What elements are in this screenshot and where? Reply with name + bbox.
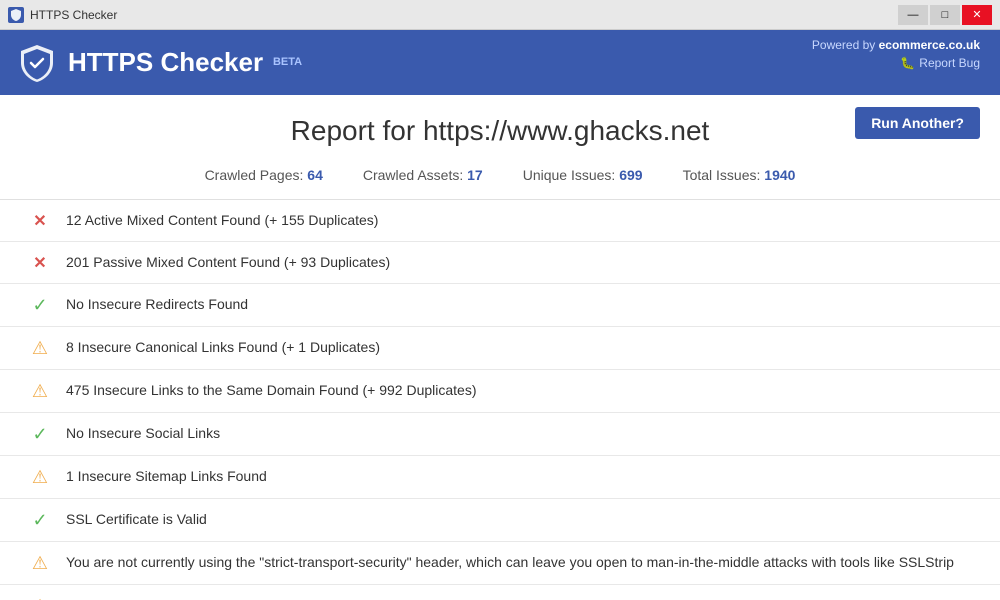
issue-icon-container: ✕: [30, 211, 50, 231]
report-title: Report for https://www.ghacks.net: [0, 95, 1000, 159]
warning-icon: ⚠: [32, 553, 48, 574]
report-bug-link[interactable]: 🐛 Report Bug: [812, 56, 980, 70]
issue-text: No Insecure Social Links: [66, 423, 220, 444]
issue-icon-container: ⚠: [30, 467, 50, 488]
issue-icon-container: ✓: [30, 424, 50, 445]
issue-text: No Insecure Redirects Found: [66, 294, 248, 315]
issue-text: You are not currently using the "strict-…: [66, 552, 954, 573]
issue-text: 12 Active Mixed Content Found (+ 155 Dup…: [66, 210, 378, 231]
header-title-container: HTTPS Checker BETA: [68, 47, 302, 78]
issue-row[interactable]: ⚠ 1 Insecure Sitemap Links Found: [0, 456, 1000, 499]
issue-icon-container: ⚠: [30, 596, 50, 600]
issue-row[interactable]: ✕ 12 Active Mixed Content Found (+ 155 D…: [0, 200, 1000, 242]
bug-icon: 🐛: [900, 56, 915, 70]
issue-icon-container: ⚠: [30, 553, 50, 574]
issue-row[interactable]: ✓ No Insecure Social Links: [0, 413, 1000, 456]
issue-icon-container: ✓: [30, 295, 50, 316]
title-bar: HTTPS Checker — □ ✕: [0, 0, 1000, 30]
warning-icon: ⚠: [32, 596, 48, 600]
close-button[interactable]: ✕: [962, 5, 992, 25]
powered-by-text: Powered by ecommerce.co.uk: [812, 38, 980, 52]
app-icon: [8, 7, 24, 23]
header-title: HTTPS Checker: [68, 47, 263, 77]
issue-row[interactable]: ✓ SSL Certificate is Valid: [0, 499, 1000, 542]
issue-row[interactable]: ⚠ 475 Insecure Links to the Same Domain …: [0, 370, 1000, 413]
success-icon: ✓: [32, 295, 47, 316]
stat-crawled-assets: Crawled Assets: 17: [363, 167, 483, 183]
error-icon: ✕: [33, 253, 46, 273]
maximize-button[interactable]: □: [930, 5, 960, 25]
issue-text: Though this site has HTTPS, the HTTP ver…: [66, 595, 646, 600]
issue-icon-container: ⚠: [30, 381, 50, 402]
success-icon: ✓: [32, 424, 47, 445]
issue-icon-container: ✕: [30, 253, 50, 273]
stats-row: Crawled Pages: 64 Crawled Assets: 17 Uni…: [0, 159, 1000, 200]
app-header: HTTPS Checker BETA Powered by ecommerce.…: [0, 30, 1000, 95]
header-beta-badge: BETA: [273, 56, 302, 68]
warning-icon: ⚠: [32, 467, 48, 488]
stat-crawled-pages: Crawled Pages: 64: [205, 167, 323, 183]
run-another-button[interactable]: Run Another?: [855, 107, 980, 139]
window-controls: — □ ✕: [898, 5, 992, 25]
main-content: Run Another? Report for https://www.ghac…: [0, 95, 1000, 600]
header-right: Powered by ecommerce.co.uk 🐛 Report Bug: [812, 38, 980, 70]
issue-row[interactable]: ⚠ 8 Insecure Canonical Links Found (+ 1 …: [0, 327, 1000, 370]
issue-text: 1 Insecure Sitemap Links Found: [66, 466, 267, 487]
header-logo: HTTPS Checker BETA: [16, 42, 302, 84]
shield-logo-icon: [16, 42, 58, 84]
issue-row[interactable]: ⚠ Though this site has HTTPS, the HTTP v…: [0, 585, 1000, 600]
stat-total-issues: Total Issues: 1940: [683, 167, 796, 183]
warning-icon: ⚠: [32, 381, 48, 402]
title-bar-text: HTTPS Checker: [30, 8, 898, 22]
issue-row[interactable]: ✕ 201 Passive Mixed Content Found (+ 93 …: [0, 242, 1000, 284]
issue-icon-container: ✓: [30, 510, 50, 531]
issue-text: 201 Passive Mixed Content Found (+ 93 Du…: [66, 252, 390, 273]
minimize-button[interactable]: —: [898, 5, 928, 25]
issue-text: 475 Insecure Links to the Same Domain Fo…: [66, 380, 477, 401]
issues-list: ✕ 12 Active Mixed Content Found (+ 155 D…: [0, 200, 1000, 600]
stat-unique-issues: Unique Issues: 699: [523, 167, 643, 183]
issue-text: 8 Insecure Canonical Links Found (+ 1 Du…: [66, 337, 380, 358]
ecommerce-link[interactable]: ecommerce.co.uk: [879, 38, 980, 52]
issue-icon-container: ⚠: [30, 338, 50, 359]
error-icon: ✕: [33, 211, 46, 231]
warning-icon: ⚠: [32, 338, 48, 359]
issue-text: SSL Certificate is Valid: [66, 509, 207, 530]
success-icon: ✓: [32, 510, 47, 531]
issue-row[interactable]: ⚠ You are not currently using the "stric…: [0, 542, 1000, 585]
issue-row[interactable]: ✓ No Insecure Redirects Found: [0, 284, 1000, 327]
